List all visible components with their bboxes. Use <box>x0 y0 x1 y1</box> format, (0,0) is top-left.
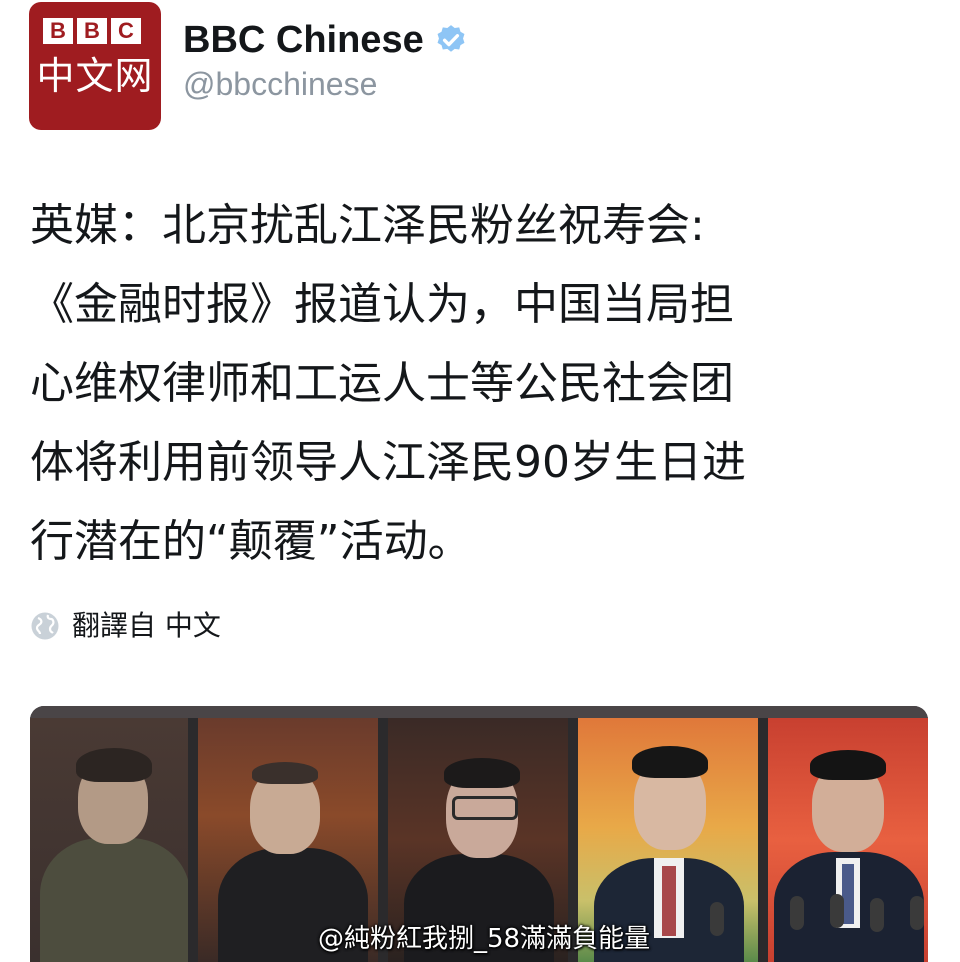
translate-label: 翻譯自 中文 <box>72 609 221 642</box>
portrait-1 <box>30 718 188 962</box>
microphone <box>710 902 724 936</box>
translation-indicator[interactable]: 翻譯自 中文 <box>30 608 221 644</box>
bbc-logo-b1: B <box>43 18 73 44</box>
globe-icon <box>31 612 59 640</box>
microphone <box>870 898 884 932</box>
name-row: BBC Chinese <box>183 18 468 62</box>
watermark-text: @純粉紅我捌_58滿滿負能量 <box>318 924 651 954</box>
display-name[interactable]: BBC Chinese <box>183 18 424 62</box>
tweet-header: B B C 中文网 BBC Chinese @bbcchinese <box>0 0 960 140</box>
avatar-chinese-text: 中文网 <box>36 54 154 98</box>
microphone <box>830 894 844 928</box>
verified-badge-icon <box>437 25 465 52</box>
bbc-logo: B B C <box>43 18 141 44</box>
bbc-logo-c: C <box>111 18 141 44</box>
microphone <box>790 896 804 930</box>
bbc-logo-b2: B <box>77 18 107 44</box>
microphone <box>910 896 924 930</box>
avatar[interactable]: B B C 中文网 <box>29 2 161 130</box>
tweet-text: 英媒：北京扰乱江泽民粉丝祝寿会: 《金融时报》报道认为，中国当局担 心维权律师和… <box>30 200 746 567</box>
account-handle[interactable]: @bbcchinese <box>183 64 377 104</box>
frame-top <box>30 706 928 718</box>
